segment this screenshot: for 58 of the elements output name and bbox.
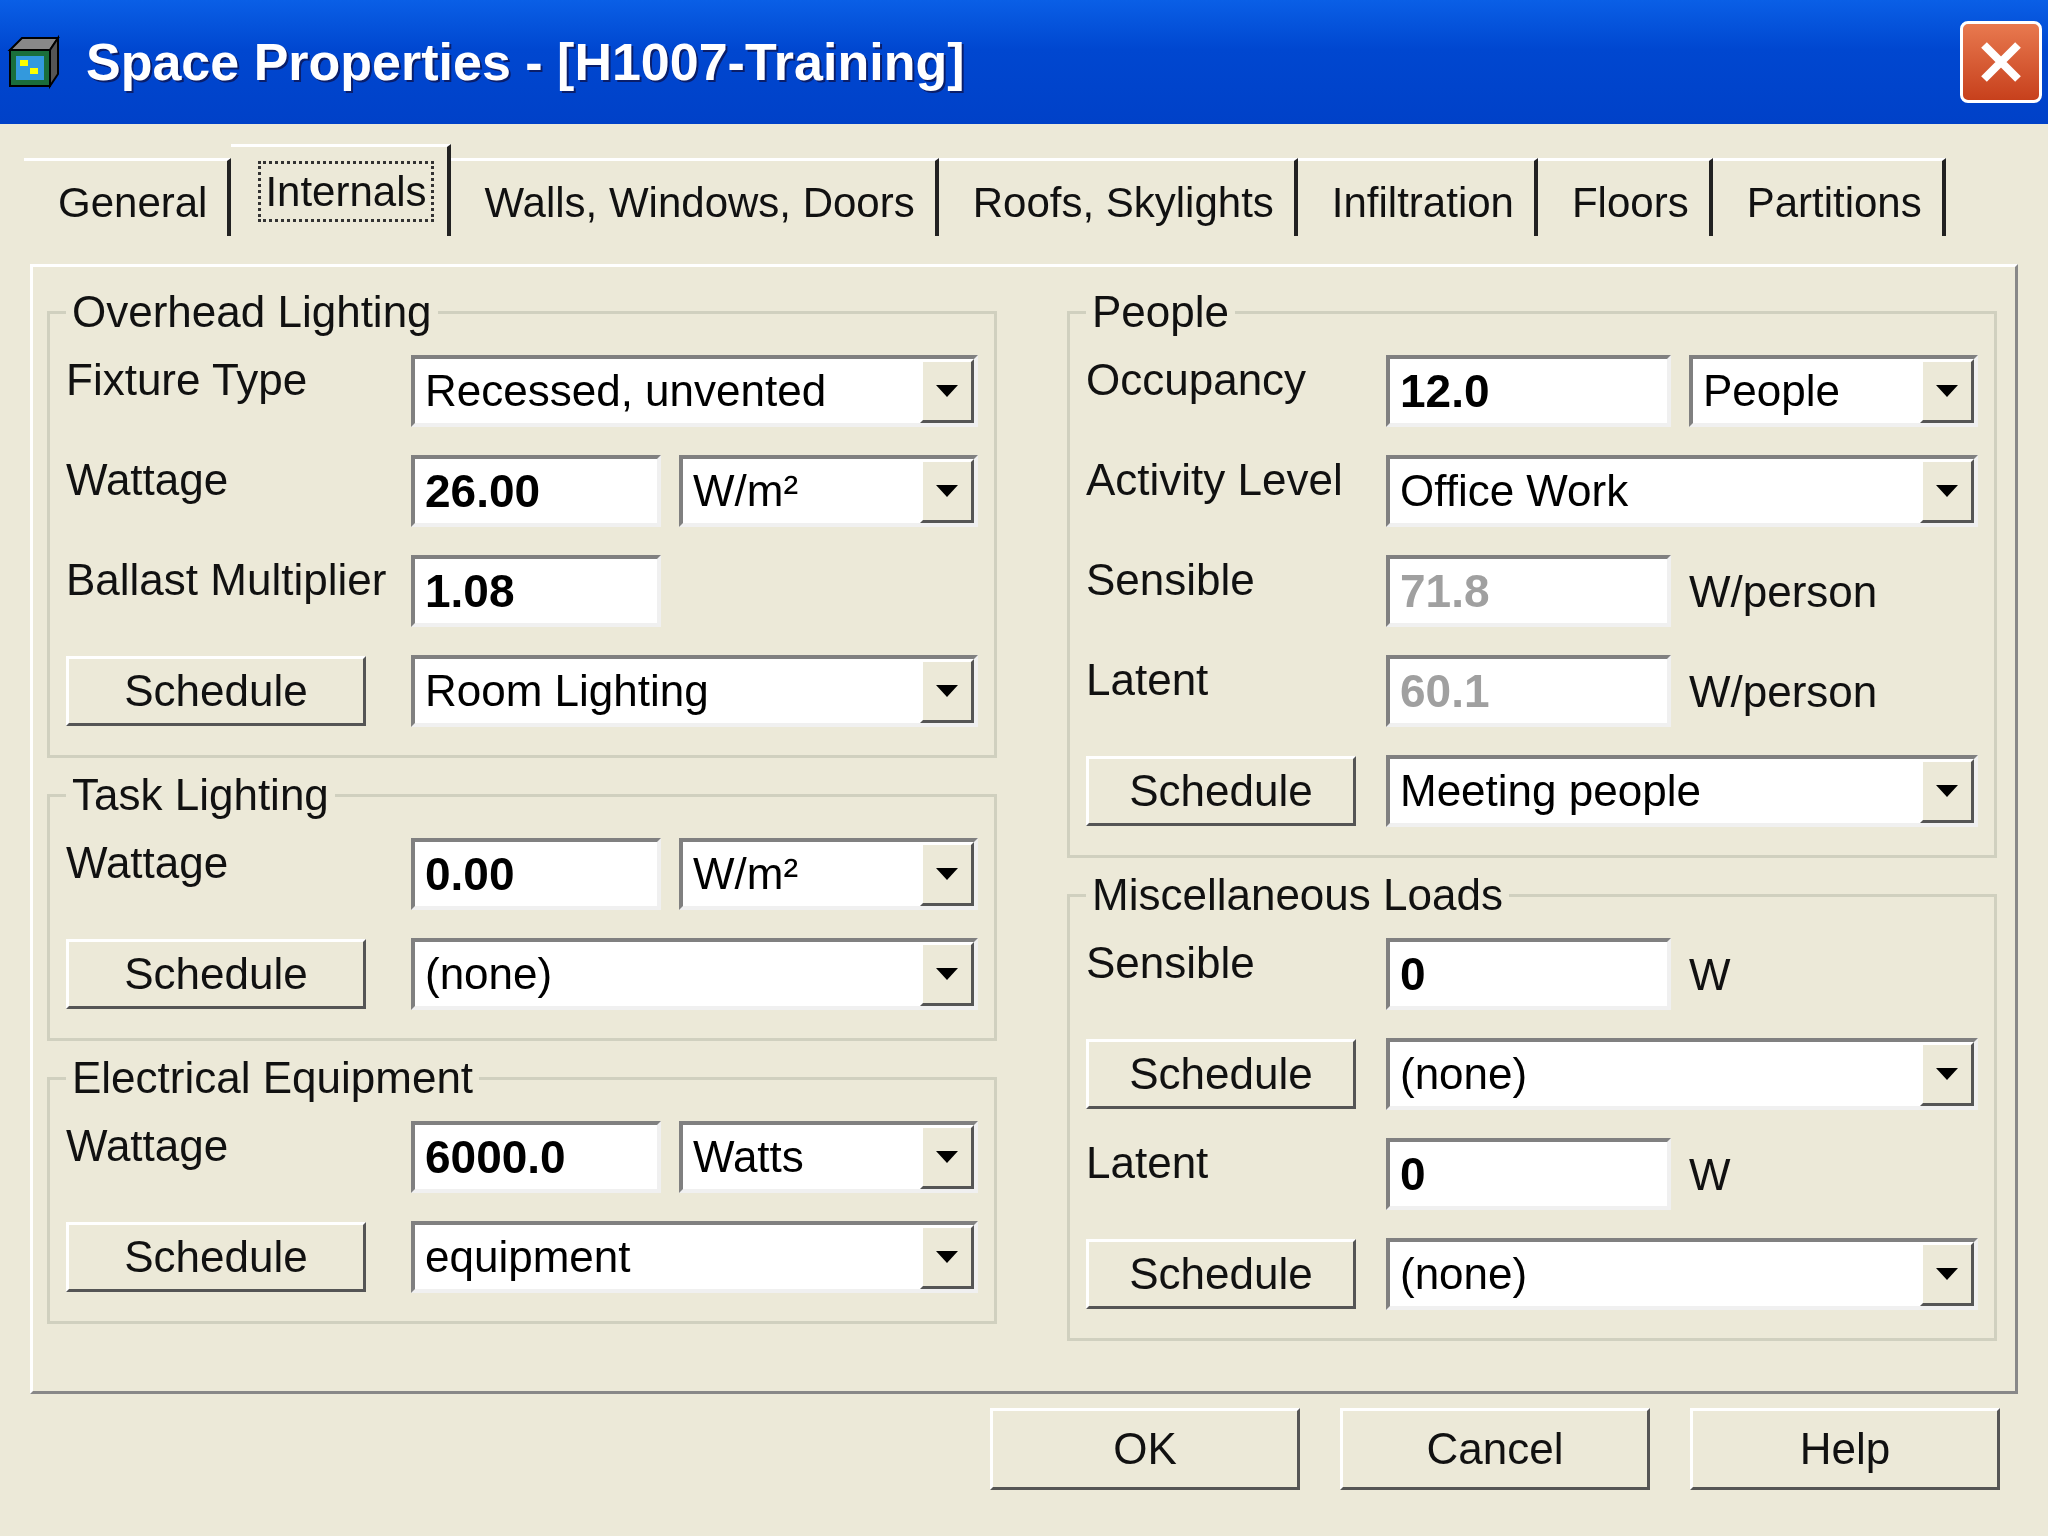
group-title: People bbox=[1091, 287, 1230, 337]
field-label: Wattage bbox=[66, 1120, 230, 1171]
dialog-button[interactable]: OK bbox=[990, 1408, 1300, 1490]
dropdown-field[interactable]: W/m² bbox=[679, 455, 978, 527]
field-label: Sensible bbox=[1086, 937, 1256, 988]
field-label: Activity Level bbox=[1086, 454, 1344, 505]
dropdown-field[interactable]: (none) bbox=[411, 938, 978, 1010]
dialog-button[interactable]: Help bbox=[1690, 1408, 2000, 1490]
dropdown-field[interactable]: Office Work bbox=[1386, 455, 1978, 527]
dropdown-field[interactable]: Meeting people bbox=[1386, 755, 1978, 827]
schedule-button[interactable]: Schedule bbox=[1086, 1039, 1356, 1109]
field-label: Latent bbox=[1086, 1137, 1210, 1188]
unit-label: W/person bbox=[1689, 666, 1878, 717]
field-label: Ballast Multiplier bbox=[66, 554, 388, 605]
input-field[interactable]: 0 bbox=[1386, 1138, 1671, 1210]
tab[interactable]: Roofs, Skylights bbox=[938, 158, 1298, 236]
schedule-button[interactable]: Schedule bbox=[66, 1222, 366, 1292]
input-field[interactable]: 12.0 bbox=[1386, 355, 1671, 427]
input-field[interactable]: 0.00 bbox=[411, 838, 661, 910]
unit-label: W bbox=[1689, 949, 1731, 1000]
unit-label: W/person bbox=[1689, 566, 1878, 617]
input-field[interactable]: 26.00 bbox=[411, 455, 661, 527]
dropdown-field[interactable]: Recessed, unvented bbox=[411, 355, 978, 427]
schedule-button[interactable]: Schedule bbox=[1086, 756, 1356, 826]
dropdown-field[interactable]: W/m² bbox=[679, 838, 978, 910]
tab[interactable]: Walls, Windows, Doors bbox=[450, 158, 939, 236]
dropdown-field[interactable]: (none) bbox=[1386, 1038, 1978, 1110]
dialog-button[interactable]: Cancel bbox=[1340, 1408, 1650, 1490]
schedule-button[interactable]: Schedule bbox=[66, 939, 366, 1009]
input-field[interactable]: 6000.0 bbox=[411, 1121, 661, 1193]
tab[interactable]: Partitions bbox=[1712, 158, 1946, 236]
group-title: Overhead Lighting bbox=[71, 287, 433, 337]
dropdown-field[interactable]: equipment bbox=[411, 1221, 978, 1293]
group-title: Miscellaneous Loads bbox=[1091, 870, 1504, 920]
field-label: Wattage bbox=[66, 454, 230, 505]
group-title: Electrical Equipment bbox=[71, 1053, 475, 1103]
field-label: Occupancy bbox=[1086, 354, 1308, 405]
tab[interactable]: Internals bbox=[231, 144, 451, 236]
tab[interactable]: Infiltration bbox=[1297, 158, 1538, 236]
window-title: Space Properties - [H1007-Training] bbox=[86, 32, 966, 92]
tab[interactable]: General bbox=[24, 158, 232, 236]
dropdown-field[interactable]: Room Lighting bbox=[411, 655, 978, 727]
schedule-button[interactable]: Schedule bbox=[66, 656, 366, 726]
close-button[interactable] bbox=[1960, 21, 2042, 103]
field-label: Sensible bbox=[1086, 554, 1256, 605]
app-icon bbox=[6, 34, 62, 90]
input-field[interactable]: 1.08 bbox=[411, 555, 661, 627]
dropdown-field[interactable]: People bbox=[1689, 355, 1978, 427]
field-label: Fixture Type bbox=[66, 354, 309, 405]
dropdown-field[interactable]: Watts bbox=[679, 1121, 978, 1193]
group-title: Task Lighting bbox=[71, 770, 330, 820]
dropdown-field[interactable]: (none) bbox=[1386, 1238, 1978, 1310]
unit-label: W bbox=[1689, 1149, 1731, 1200]
schedule-button[interactable]: Schedule bbox=[1086, 1239, 1356, 1309]
input-field[interactable]: 0 bbox=[1386, 938, 1671, 1010]
tab[interactable]: Floors bbox=[1537, 158, 1713, 236]
field-label: Latent bbox=[1086, 654, 1210, 705]
field-label: Wattage bbox=[66, 837, 230, 888]
